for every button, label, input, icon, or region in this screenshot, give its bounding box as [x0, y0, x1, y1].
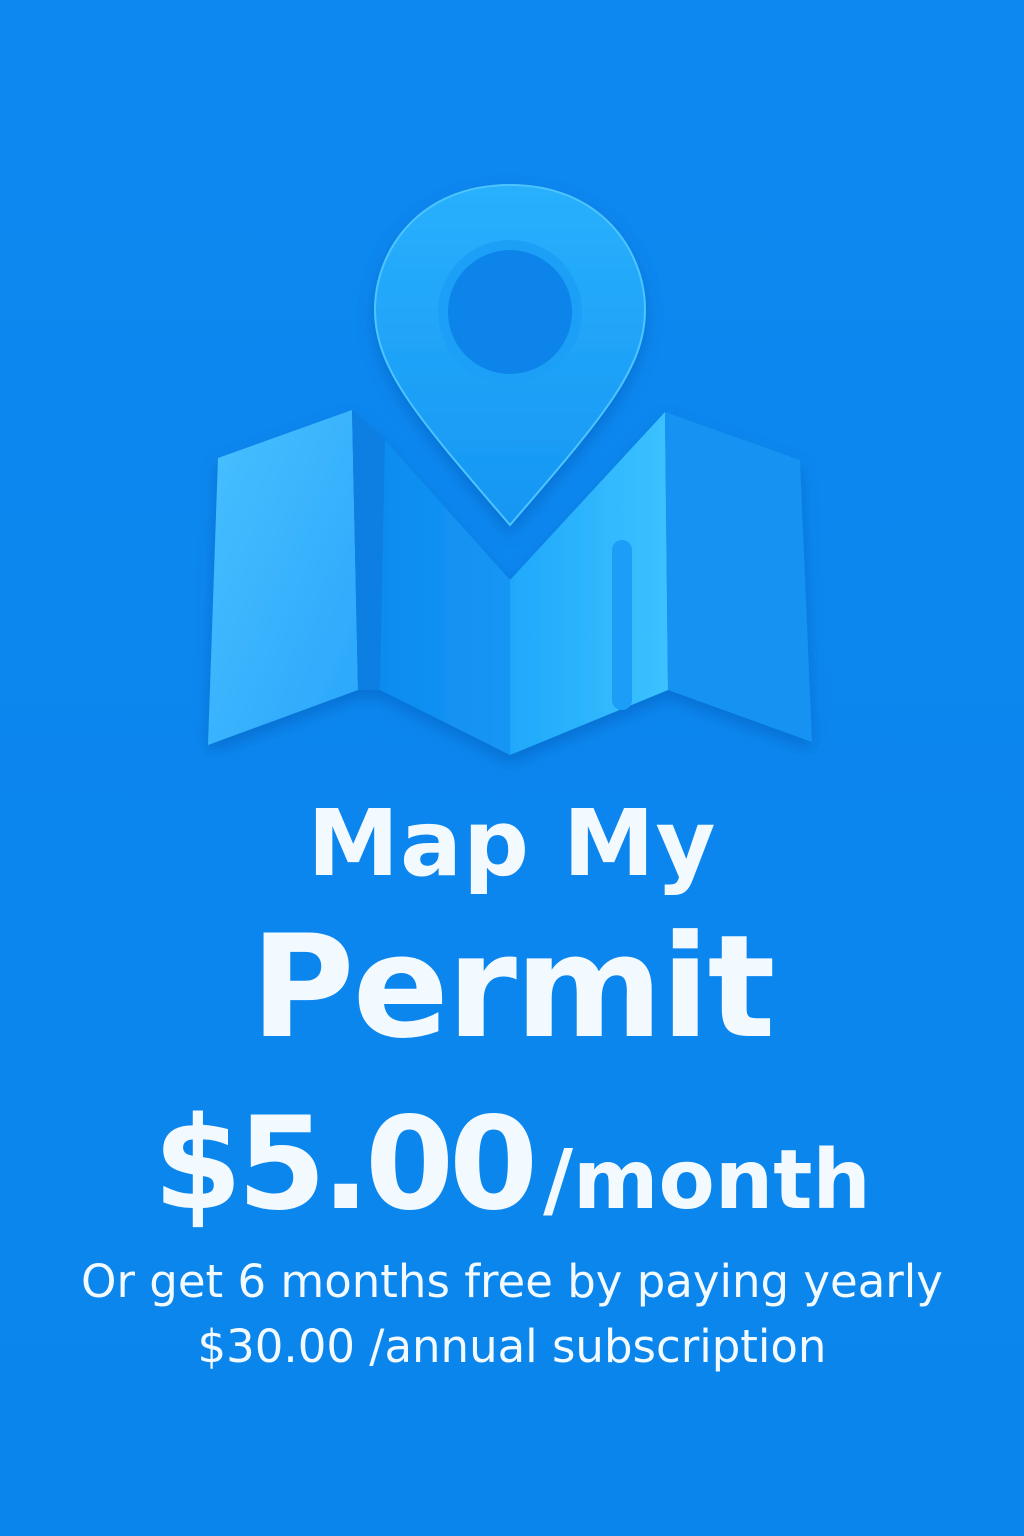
yearly-offer-text: Or get 6 months free by paying yearly — [81, 1255, 943, 1308]
map-panel-left — [208, 410, 358, 745]
app-title-line-2: Permit — [250, 905, 776, 1070]
monthly-price: $5.00/month — [0, 1090, 1024, 1239]
annual-price-text: $30.00 /annual subscription — [197, 1320, 827, 1373]
location-pin-icon — [373, 183, 647, 527]
monthly-price-amount: $5.00 — [153, 1090, 538, 1239]
monthly-price-period: /month — [543, 1133, 871, 1228]
map-panel-right — [665, 412, 812, 742]
app-title-line-1: Map My — [307, 790, 717, 897]
map-pin-logo-icon — [208, 183, 812, 755]
